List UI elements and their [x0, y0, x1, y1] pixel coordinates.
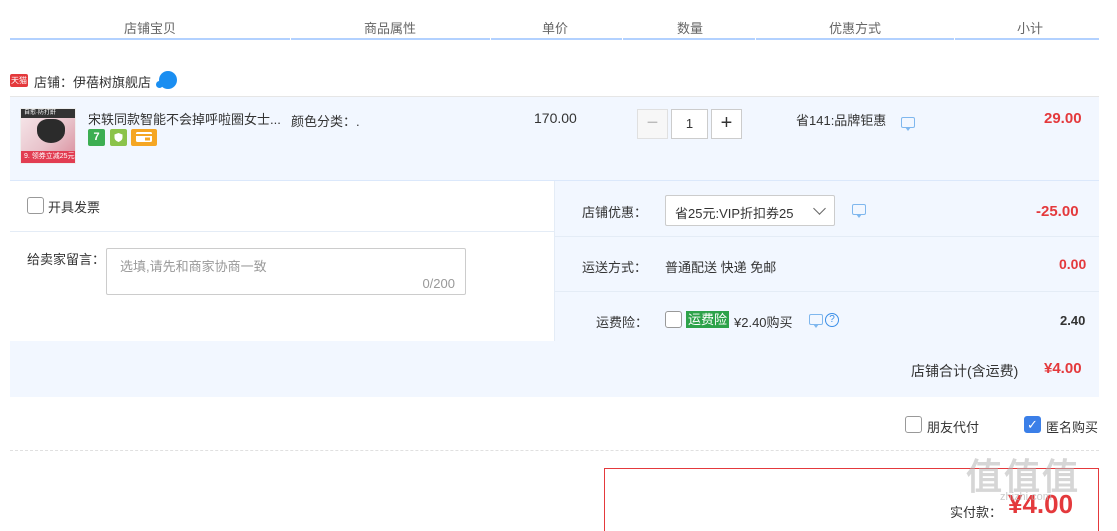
- product-thumbnail[interactable]: 自愈·防打鼾 9. 领券立减25元: [20, 108, 76, 164]
- seller-message-label: 给卖家留言：: [27, 252, 106, 267]
- quantity-increase-button[interactable]: +: [711, 109, 742, 139]
- header-attr: 商品属性: [363, 21, 416, 36]
- header-divider: [490, 36, 491, 40]
- thumbnail-brand-strip: 自愈·防打鼾: [21, 109, 75, 118]
- pay-label: 实付款：: [950, 505, 1003, 520]
- promo-detail-comment-icon[interactable]: [901, 117, 915, 131]
- shield-icon[interactable]: [110, 129, 127, 146]
- header-item: 店铺宝贝: [123, 21, 176, 36]
- seller-message-textarea[interactable]: 选填,请先和商家协商一致 0/200: [106, 248, 466, 295]
- sku-attribute: 颜色分类：.: [291, 114, 360, 129]
- insurance-comment-icon[interactable]: [809, 314, 823, 328]
- store-coupon-selected: 省25元:VIP折扣券25: [675, 206, 794, 221]
- shipping-amount: 0.00: [1059, 256, 1087, 272]
- header-divider: [954, 36, 955, 40]
- insurance-amount: 2.40: [1060, 313, 1086, 328]
- seller-message-placeholder: 选填,请先和商家协商一致: [120, 259, 267, 274]
- store-total-label: 店铺合计(含运费): [911, 363, 1019, 379]
- divider: [10, 450, 1099, 451]
- divider: [554, 236, 1099, 237]
- anonymous-checkbox[interactable]: ✓: [1024, 416, 1041, 433]
- credit-card-icon[interactable]: [131, 129, 157, 146]
- store-discount-amount: -25.00: [1036, 203, 1079, 220]
- header-divider: [290, 36, 291, 40]
- product-title-link[interactable]: 宋轶同款智能不会掉呼啦圈女士...: [88, 109, 288, 128]
- product-image-shape: [37, 119, 65, 143]
- help-question-icon[interactable]: ?: [825, 313, 839, 327]
- header-promo: 优惠方式: [828, 21, 881, 36]
- item-subtotal: 29.00: [1044, 110, 1082, 127]
- chevron-down-icon: [813, 202, 826, 215]
- wangwang-chat-icon[interactable]: [156, 71, 177, 89]
- invoice-label: 开具发票: [48, 200, 101, 215]
- header-price: 单价: [541, 21, 568, 36]
- insurance-label: 运费险：: [596, 315, 649, 330]
- watermark-url: zhizhi.com: [1000, 491, 1052, 503]
- store-total-value: ¥4.00: [1044, 360, 1082, 377]
- anonymous-label: 匿名购买: [1046, 420, 1099, 435]
- invoice-checkbox[interactable]: [27, 197, 44, 214]
- shipping-method: 普通配送 快递 免邮: [665, 260, 777, 275]
- quantity-decrease-button[interactable]: −: [637, 109, 668, 139]
- divider: [554, 181, 555, 341]
- seller-message-counter: 0/200: [422, 276, 455, 291]
- shipping-label: 运送方式：: [582, 260, 648, 275]
- quantity-input[interactable]: 1: [671, 109, 708, 139]
- friend-pay-label: 朋友代付: [927, 420, 980, 435]
- cart-table-header: 店铺宝贝 商品属性 单价 数量 优惠方式 小计: [10, 0, 1099, 40]
- divider: [10, 231, 554, 232]
- promo-method: 省141:品牌钜惠: [796, 113, 887, 128]
- store-coupon-select[interactable]: 省25元:VIP折扣券25: [665, 195, 835, 226]
- insurance-price: ¥2.40购买: [734, 315, 793, 330]
- thumbnail-coupon-tag: 9. 领券立减25元: [21, 151, 75, 163]
- seven-day-return-icon[interactable]: 7: [88, 129, 105, 146]
- shop-name-link[interactable]: 店铺：伊蓓树旗舰店: [34, 72, 151, 91]
- header-qty: 数量: [676, 21, 703, 36]
- insurance-checkbox[interactable]: [665, 311, 682, 328]
- tmall-icon: 天猫: [10, 74, 28, 87]
- coupon-comment-icon[interactable]: [852, 204, 866, 218]
- unit-price: 170.00: [534, 110, 577, 126]
- store-discount-label: 店铺优惠：: [582, 205, 648, 220]
- header-subtotal: 小计: [1016, 21, 1043, 36]
- insurance-badge: 运费险: [686, 311, 730, 328]
- divider: [554, 291, 1099, 292]
- header-divider: [755, 36, 756, 40]
- header-divider: [622, 36, 623, 40]
- friend-pay-checkbox[interactable]: [905, 416, 922, 433]
